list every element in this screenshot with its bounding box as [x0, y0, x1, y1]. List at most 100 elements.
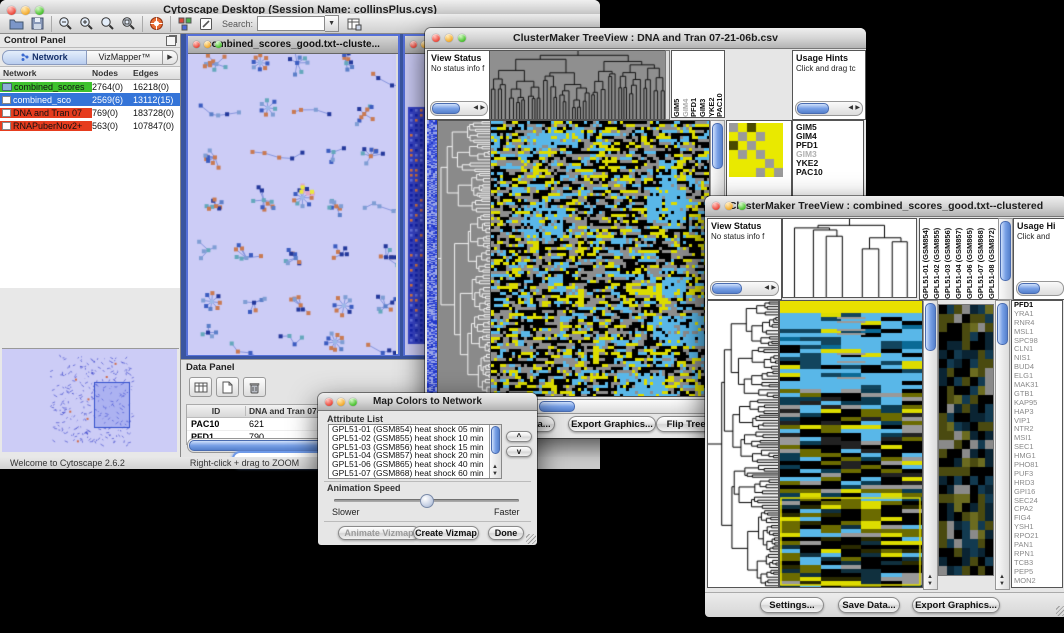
scroll-down-icon[interactable]: ▼: [492, 471, 498, 477]
new-attribute-icon[interactable]: [216, 377, 239, 397]
move-down-button[interactable]: v: [506, 446, 532, 457]
scroll-left-icon[interactable]: ◀: [764, 285, 769, 291]
treeview2-titlebar[interactable]: ClusterMaker TreeView : combined_scores_…: [705, 196, 1064, 217]
tv2-zoom-vscrollbar[interactable]: ▲ ▼: [995, 300, 1010, 590]
close-button[interactable]: [7, 6, 16, 15]
slider-thumb[interactable]: [420, 494, 434, 508]
scroll-right-icon[interactable]: ▶: [480, 105, 485, 111]
minimize-button[interactable]: [204, 41, 211, 48]
column-label[interactable]: GPL51-02 (GSM855): [931, 219, 942, 299]
tab-vizmapper[interactable]: VizMapper™: [87, 50, 163, 65]
tv2-column-dendrogram-canvas[interactable]: [783, 219, 916, 297]
tv2-heatmap-canvas[interactable]: [779, 300, 923, 588]
tv1-heatmap-canvas[interactable]: [490, 120, 710, 397]
network-row[interactable]: combined_scores 2764(0) 16218(0): [0, 80, 180, 93]
scroll-right-icon[interactable]: ▶: [771, 285, 776, 291]
attribute-list-scrollbar[interactable]: ▲ ▼: [489, 425, 501, 478]
scroll-up-icon[interactable]: ▲: [927, 574, 933, 580]
network-row[interactable]: combined_sco 2569(6) 13112(15): [0, 93, 180, 106]
column-label[interactable]: GPL51-08 (GSM872): [986, 219, 997, 299]
scroll-up-icon[interactable]: ▲: [999, 574, 1005, 580]
treeview-button[interactable]: Save Data...: [838, 597, 900, 613]
network-canvas-1[interactable]: [188, 54, 396, 355]
delete-attribute-trash-icon[interactable]: [243, 377, 266, 397]
data-col-id[interactable]: ID: [187, 406, 245, 416]
close-button[interactable]: [325, 398, 333, 406]
tv1-column-dendrogram-canvas[interactable]: [490, 51, 666, 119]
column-label[interactable]: GPL51-01 (GSM854): [920, 219, 931, 299]
scroll-right-icon[interactable]: ▶: [855, 105, 860, 111]
tv2-status-scrollbar[interactable]: ◀ ▶: [710, 281, 779, 296]
save-icon[interactable]: [27, 15, 48, 33]
close-button[interactable]: [193, 41, 200, 48]
scroll-left-icon[interactable]: ◀: [848, 105, 853, 111]
animation-speed-slider[interactable]: [334, 499, 519, 502]
overview-panel[interactable]: [2, 348, 179, 454]
column-label[interactable]: GIM5: [672, 53, 681, 117]
tv1-hints-scrollbar[interactable]: ◀ ▶: [795, 101, 863, 116]
column-label[interactable]: GPL51-07 (GSM868): [975, 219, 986, 299]
column-label[interactable]: GPL51-06 (GSM865): [964, 219, 975, 299]
float-panel-icon[interactable]: [166, 36, 176, 46]
network-row[interactable]: DNA and Tran 07 769(0) 183728(0): [0, 106, 180, 119]
tv2-hints-scrollbar[interactable]: [1016, 281, 1064, 296]
attribute-table-icon[interactable]: [344, 15, 365, 33]
network-frame1-titlebar[interactable]: combined_scores_good.txt--cluste...: [188, 36, 398, 54]
scroll-up-icon[interactable]: ▲: [492, 464, 498, 470]
treeview-button[interactable]: Export Graphics...: [912, 597, 1000, 613]
search-dropdown-icon[interactable]: ▼: [325, 15, 339, 32]
gene-label[interactable]: PAC10: [796, 168, 863, 177]
tv1-zoom-heatmap-canvas[interactable]: [729, 123, 783, 177]
attribute-list[interactable]: GPL51-01 (GSM854) heat shock 05 minGPL51…: [328, 424, 502, 479]
zoom-out-icon[interactable]: [55, 15, 76, 33]
scroll-left-icon[interactable]: ◀: [473, 105, 478, 111]
minimize-button[interactable]: [337, 398, 345, 406]
annotation-icon[interactable]: [195, 15, 216, 33]
minimize-button[interactable]: [725, 202, 733, 210]
scroll-down-icon[interactable]: ▼: [927, 581, 933, 587]
gene-label[interactable]: MON2: [1014, 577, 1062, 586]
vizmapper-icon[interactable]: [174, 15, 195, 33]
tv2-zoom-heatmap-canvas[interactable]: [938, 304, 994, 576]
zoom-button[interactable]: [349, 398, 357, 406]
move-up-button[interactable]: ^: [506, 431, 532, 442]
close-button[interactable]: [410, 41, 417, 48]
birdseye-overview-canvas[interactable]: [2, 349, 177, 452]
attribute-select-icon[interactable]: [189, 377, 212, 397]
tv1-global-pixel-strip[interactable]: [427, 120, 437, 395]
column-label[interactable]: GPL51-03 (GSM856): [942, 219, 953, 299]
column-label[interactable]: PAC10: [715, 53, 724, 117]
tv1-status-scrollbar[interactable]: ◀ ▶: [430, 101, 488, 116]
column-label[interactable]: GIM3: [698, 53, 707, 117]
zoom-selected-icon[interactable]: [97, 15, 118, 33]
resize-grip[interactable]: [526, 534, 536, 544]
close-button[interactable]: [712, 202, 720, 210]
resize-grip[interactable]: [1056, 606, 1064, 616]
tv2-labels-scrollbar[interactable]: [998, 218, 1013, 300]
column-label[interactable]: PFD1: [689, 53, 698, 117]
scroll-down-icon[interactable]: ▼: [999, 581, 1005, 587]
dialog-button[interactable]: Animate Vizmap: [338, 526, 420, 540]
zoom-button[interactable]: [215, 41, 222, 48]
treeview1-titlebar[interactable]: ClusterMaker TreeView : DNA and Tran 07-…: [425, 28, 866, 49]
dialog-titlebar[interactable]: Map Colors to Network: [318, 393, 537, 411]
network-frame-1[interactable]: combined_scores_good.txt--cluste...: [186, 34, 400, 356]
attribute-item[interactable]: GPL51-07 (GSM868) heat shock 60 min: [329, 469, 490, 478]
tv1-row-dendrogram-canvas[interactable]: [437, 120, 491, 397]
open-file-icon[interactable]: [6, 15, 27, 33]
treeview-button[interactable]: Export Graphics...: [568, 416, 656, 432]
zoom-button[interactable]: [458, 34, 466, 42]
column-label[interactable]: GPL51-04 (GSM857): [953, 219, 964, 299]
search-input[interactable]: [257, 16, 325, 31]
dialog-button[interactable]: Create Vizmap: [413, 526, 479, 540]
zoom-fit-icon[interactable]: [118, 15, 139, 33]
minimize-button[interactable]: [21, 6, 30, 15]
tab-overflow-button[interactable]: ▶: [163, 50, 178, 65]
network-row[interactable]: RNAPuberNov2+ 563(0) 107847(0): [0, 119, 180, 132]
close-button[interactable]: [432, 34, 440, 42]
help-lifesaver-icon[interactable]: [146, 15, 167, 33]
minimize-button[interactable]: [445, 34, 453, 42]
dialog-button[interactable]: Done: [488, 526, 524, 540]
tv2-heatmap-vscrollbar[interactable]: ▲ ▼: [923, 300, 938, 590]
tab-network[interactable]: Network: [2, 50, 87, 65]
